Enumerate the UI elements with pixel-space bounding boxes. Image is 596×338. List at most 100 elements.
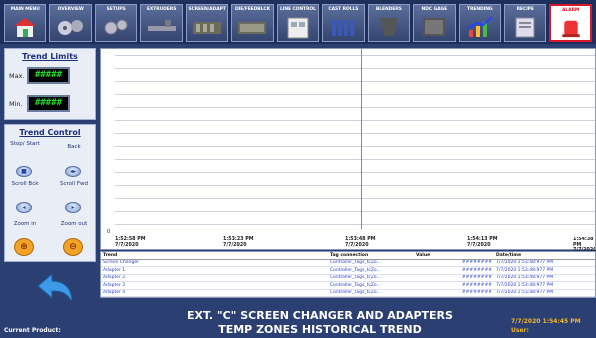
scroll-back-label: Scroll Bck <box>11 181 39 187</box>
grid-line <box>115 211 595 212</box>
grid-line <box>115 224 595 225</box>
nav-die-feedblock-button[interactable]: DIE/FEEDBLCK <box>231 4 274 42</box>
zoom-in-icon: ⊕ <box>20 242 28 252</box>
chart-cursor-line <box>361 49 362 229</box>
date-time: 7/7/2020 1:53:48:977 PM <box>494 274 595 282</box>
grid-line <box>115 55 595 56</box>
current-datetime: 7/7/2020 1:54:45 PM <box>511 318 581 325</box>
nav-label: LINE CONTROL <box>280 7 316 12</box>
column-header: Value <box>414 252 494 260</box>
zoom-out-icon: ⊖ <box>69 242 77 252</box>
scroll-forward-label: Scroll Fwd <box>60 181 88 187</box>
date-time: 7/7/2020 1:53:48:977 PM <box>494 259 595 267</box>
nav-setups-button[interactable]: SETUPS <box>94 4 138 42</box>
nav-cast-rolls-button[interactable]: CAST ROLLS <box>322 4 365 42</box>
grid-line <box>115 120 595 121</box>
nav-screen-adapt-button[interactable]: SCREEN/ADAPT <box>185 4 229 42</box>
house-icon <box>14 18 37 37</box>
nav-label: NDC GAGE <box>421 7 448 12</box>
grid-line <box>115 198 595 199</box>
min-limit-field[interactable]: ##### <box>27 95 70 112</box>
nav-label: EXTRUDERS <box>146 7 177 12</box>
value: ######## <box>414 274 494 282</box>
nav-label: OVERVIEW <box>57 7 84 12</box>
back-icon: ◂▸ <box>69 168 77 175</box>
cast-rolls-icon <box>332 20 355 36</box>
trend-legend-table: Trend Tag connection Value Date/time Scr… <box>100 251 596 298</box>
x-tick-label: 1:52:58 PM 7/7/2020 <box>115 237 145 248</box>
tag-connection: Controller_Tags_tcZo... <box>328 266 414 275</box>
nav-ndc-gage-button[interactable]: NDC GAGE <box>413 4 456 42</box>
blender-icon <box>379 18 398 36</box>
nav-extruders-button[interactable]: EXTRUDERS <box>140 4 183 42</box>
tag-connection: Controller_Tags_tcZo... <box>328 274 414 282</box>
nav-trending-button[interactable]: TRENDING <box>458 4 501 42</box>
column-header: Date/time <box>494 252 595 260</box>
table-row[interactable]: Screen Changer Controller_Tags_tcZo... #… <box>101 259 595 267</box>
x-tick-time: 1:54:13 PM <box>467 237 498 242</box>
zoom-out-button[interactable]: ⊖ <box>63 238 83 256</box>
x-tick-date: 7/7/2020 <box>467 242 491 248</box>
table-row[interactable]: Adapter 3 Controller_Tags_tcZo... ######… <box>101 281 595 290</box>
grid-line <box>115 81 595 82</box>
max-limit-field[interactable]: ##### <box>27 67 70 84</box>
tag-connection: Controller_Tags_tcZo... <box>328 281 414 290</box>
max-label: Max. <box>9 71 25 80</box>
value: ######## <box>414 281 494 290</box>
alarm-icon <box>562 20 580 38</box>
trend-control-panel: Trend Control Stop/ Start Back ■ ◂▸ Scro… <box>4 124 96 262</box>
trending-icon <box>467 16 493 37</box>
min-row: Min. ##### <box>9 95 70 112</box>
grid-line <box>115 172 595 173</box>
stop-start-button[interactable]: ■ <box>16 166 32 177</box>
x-tick-date: 7/7/2020 <box>115 242 139 248</box>
tag-connection: Controller_Tags_tcZo... <box>328 289 414 297</box>
scroll-back-button[interactable]: ◂ <box>16 202 32 213</box>
trend-name: Adapter 3 <box>101 281 328 290</box>
nav-label: CAST ROLLS <box>328 7 359 12</box>
table-row[interactable]: Adapter 2 Controller_Tags_tcZo... ######… <box>101 274 595 282</box>
stop-start-label: Stop/ Start <box>10 141 40 147</box>
nav-label: SETUPS <box>106 7 126 12</box>
user-label: User: <box>511 327 529 334</box>
min-label: Min. <box>9 99 23 108</box>
date-time: 7/7/2020 1:53:48:977 PM <box>494 289 595 297</box>
footer: Current Product: EXT. "C" SCREEN CHANGER… <box>0 300 596 338</box>
screen-changer-icon <box>193 22 222 34</box>
max-row: Max. ##### <box>9 67 70 84</box>
x-tick-date: 7/7/2020 <box>223 242 247 248</box>
trend-name: Adapter 2 <box>101 274 328 282</box>
grid-line <box>115 185 595 186</box>
nav-overview-button[interactable]: OVERVIEW <box>49 4 92 42</box>
die-icon <box>238 22 267 34</box>
x-tick-time: 1:52:58 PM <box>115 237 146 242</box>
trend-name: Adapter 4 <box>101 289 328 297</box>
nav-label: ALARM <box>562 8 580 13</box>
extruder-icon <box>147 20 176 31</box>
date-time: 7/7/2020 1:53:48:977 PM <box>494 281 595 290</box>
screen-title-line1: EXT. "C" SCREEN CHANGER AND ADAPTERS <box>187 309 453 322</box>
nav-alarm-button[interactable]: ALARM <box>549 4 592 42</box>
y-axis-min-label: 0 <box>107 229 111 235</box>
nav-blenders-button[interactable]: BLENDERS <box>367 4 411 42</box>
line-control-icon <box>287 17 309 39</box>
nav-main-menu-button[interactable]: MAIN MENU <box>4 4 47 42</box>
x-tick-label: 1:53:48 PM 7/7/2020 <box>345 237 375 248</box>
zoom-in-button[interactable]: ⊕ <box>14 238 34 256</box>
column-header: Tag connection <box>328 252 414 260</box>
grid-line <box>115 94 595 95</box>
scroll-forward-button[interactable]: ▸ <box>65 202 81 213</box>
table-row[interactable]: Adapter 1 Controller_Tags_tcZo... ######… <box>101 266 595 275</box>
trend-chart[interactable]: 0 1:52:58 PM 7/7/2020 1:53:23 PM 7/7/202… <box>100 48 596 253</box>
table-header-row: Trend Tag connection Value Date/time <box>101 252 595 260</box>
zoom-in-label: Zoom in <box>13 221 37 227</box>
back-button[interactable]: ◂▸ <box>65 166 81 177</box>
nav-line-control-button[interactable]: LINE CONTROL <box>276 4 320 42</box>
nav-label: RECIPE <box>516 7 534 12</box>
top-navigation: MAIN MENU OVERVIEW SETUPS EXTRUDERS SCRE… <box>0 0 596 44</box>
overview-icon <box>57 20 83 35</box>
table-row[interactable]: Adapter 4 Controller_Tags_tcZo... ######… <box>101 289 595 297</box>
nav-recipe-button[interactable]: RECIPE <box>503 4 547 42</box>
value: ######## <box>414 289 494 297</box>
nav-label: DIE/FEEDBLCK <box>235 7 270 12</box>
